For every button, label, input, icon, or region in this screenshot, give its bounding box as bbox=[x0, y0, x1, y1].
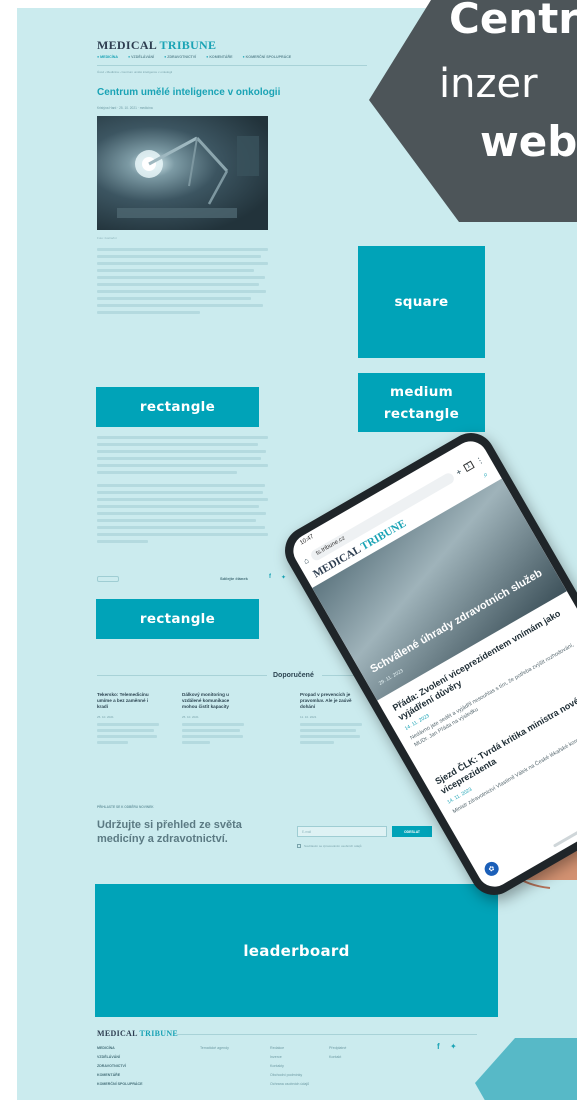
ad-rectangle-2[interactable]: rectangle bbox=[96, 599, 259, 639]
accessibility-icon[interactable]: ✿ bbox=[482, 859, 502, 879]
site-logo[interactable]: MEDICAL TRIBUNE bbox=[97, 38, 216, 53]
surgical-robot-illustration bbox=[117, 136, 259, 218]
home-indicator bbox=[552, 815, 577, 848]
email-field[interactable]: E-mail bbox=[297, 826, 387, 837]
breadcrumb: Úvod › Medicína › Centrum umělé intelige… bbox=[97, 70, 173, 74]
header-divider bbox=[97, 65, 367, 66]
nav-item-zdravotnictvi[interactable]: ZDRAVOTNICTVÍ bbox=[164, 55, 196, 59]
footer-link[interactable]: Ochrana osobních údajů bbox=[270, 1080, 309, 1089]
newsletter-kicker: PŘIHLASTE SE K ODBĚRU NOVINEK bbox=[97, 805, 154, 809]
footer-col-extra: Předplatné Kontakt bbox=[329, 1044, 346, 1062]
nav-item-komentare[interactable]: KOMENTÁŘE bbox=[206, 55, 232, 59]
facebook-icon[interactable]: f bbox=[269, 574, 271, 580]
image-caption: Foto: ilustrační bbox=[97, 236, 117, 240]
footer-link[interactable]: Kontakty bbox=[270, 1062, 309, 1071]
consent-checkbox[interactable] bbox=[297, 844, 301, 848]
promo-banner-line3: web bbox=[480, 117, 577, 166]
footer-link[interactable]: Obchodní podmínky bbox=[270, 1071, 309, 1080]
ad-square[interactable]: square bbox=[358, 246, 485, 358]
consent-label: Souhlasím se zpracováním osobních údajů bbox=[304, 844, 362, 848]
footer-logo[interactable]: MEDICAL TRIBUNE bbox=[97, 1029, 178, 1038]
nav-item-medicina[interactable]: MEDICÍNA bbox=[97, 55, 118, 59]
article-paragraph-1 bbox=[97, 248, 268, 314]
recommended-heading: Doporučené bbox=[273, 672, 314, 679]
nav-item-vzdelavani[interactable]: VZDĚLÁVÁNÍ bbox=[128, 55, 154, 59]
footer-link[interactable]: KOMERČNÍ SPOLUPRÁCE bbox=[97, 1080, 143, 1089]
footer-link[interactable]: Předplatné bbox=[329, 1044, 346, 1053]
article-image bbox=[97, 116, 268, 230]
new-tab-icon[interactable]: + bbox=[454, 466, 464, 477]
recommended-item-2[interactable]: Dálkový monitoring u vzdálené komunikace… bbox=[182, 692, 244, 744]
article-meta: Kristýna Hard · 25. 10. 2021 · medicína bbox=[97, 106, 153, 110]
menu-icon[interactable]: ⋮ bbox=[474, 454, 485, 466]
footer-facebook-icon[interactable]: f bbox=[437, 1042, 440, 1051]
promo-banner-line2: inzer bbox=[439, 61, 538, 107]
twitter-icon[interactable]: ✦ bbox=[281, 574, 286, 581]
ad-leaderboard[interactable]: leaderboard bbox=[95, 884, 498, 1017]
phone-search-icon[interactable]: ⌕ bbox=[481, 470, 490, 481]
footer-link[interactable]: VZDĚLÁVÁNÍ bbox=[97, 1053, 143, 1062]
footer-link[interactable]: Redakce bbox=[270, 1044, 309, 1053]
recommended-divider-left bbox=[97, 675, 267, 676]
footer-col-sections: MEDICÍNA VZDĚLÁVÁNÍ ZDRAVOTNICTVÍ KOMENT… bbox=[97, 1044, 143, 1089]
ad-rectangle-1[interactable]: rectangle bbox=[96, 387, 259, 427]
nav-item-komercni-spoluprace[interactable]: KOMERČNÍ SPOLUPRÁCE bbox=[243, 55, 292, 59]
recommended-item-3[interactable]: Propad v prevencích je pravomluv. Ale je… bbox=[300, 692, 362, 744]
tag-pill[interactable] bbox=[97, 576, 119, 582]
footer-link[interactable]: Tematické agendy bbox=[200, 1044, 229, 1053]
tabs-count[interactable]: 1 bbox=[462, 460, 475, 473]
footer-twitter-icon[interactable]: ✦ bbox=[450, 1042, 457, 1051]
main-nav: MEDICÍNA VZDĚLÁVÁNÍ ZDRAVOTNICTVÍ KOMENT… bbox=[97, 55, 291, 59]
promo-banner-line1: Centr bbox=[449, 0, 577, 43]
footer-col-info: Redakce Inzerce Kontakty Obchodní podmín… bbox=[270, 1044, 309, 1089]
footer-link[interactable]: ZDRAVOTNICTVÍ bbox=[97, 1062, 143, 1071]
footer-link[interactable]: MEDICÍNA bbox=[97, 1044, 143, 1053]
recommended-item-1[interactable]: Tekersko: Telemedicínu umíme a bez zaměn… bbox=[97, 692, 159, 744]
footer-link[interactable]: Kontakt bbox=[329, 1053, 346, 1062]
decorative-hexagon bbox=[475, 1038, 577, 1100]
article-paragraph-2 bbox=[97, 436, 268, 543]
footer-col-topics: Tematické agendy bbox=[200, 1044, 229, 1053]
page-title: Centrum umělé inteligence v onkologii bbox=[97, 87, 281, 98]
newsletter-heading: Udržujte si přehled ze světa medicíny a … bbox=[97, 819, 242, 845]
footer-link[interactable]: Inzerce bbox=[270, 1053, 309, 1062]
home-icon[interactable]: ⌂ bbox=[302, 555, 311, 565]
footer-divider bbox=[177, 1034, 477, 1035]
share-label: Sdílejte článek bbox=[220, 576, 248, 581]
footer-link[interactable]: KOMENTÁŘE bbox=[97, 1071, 143, 1080]
